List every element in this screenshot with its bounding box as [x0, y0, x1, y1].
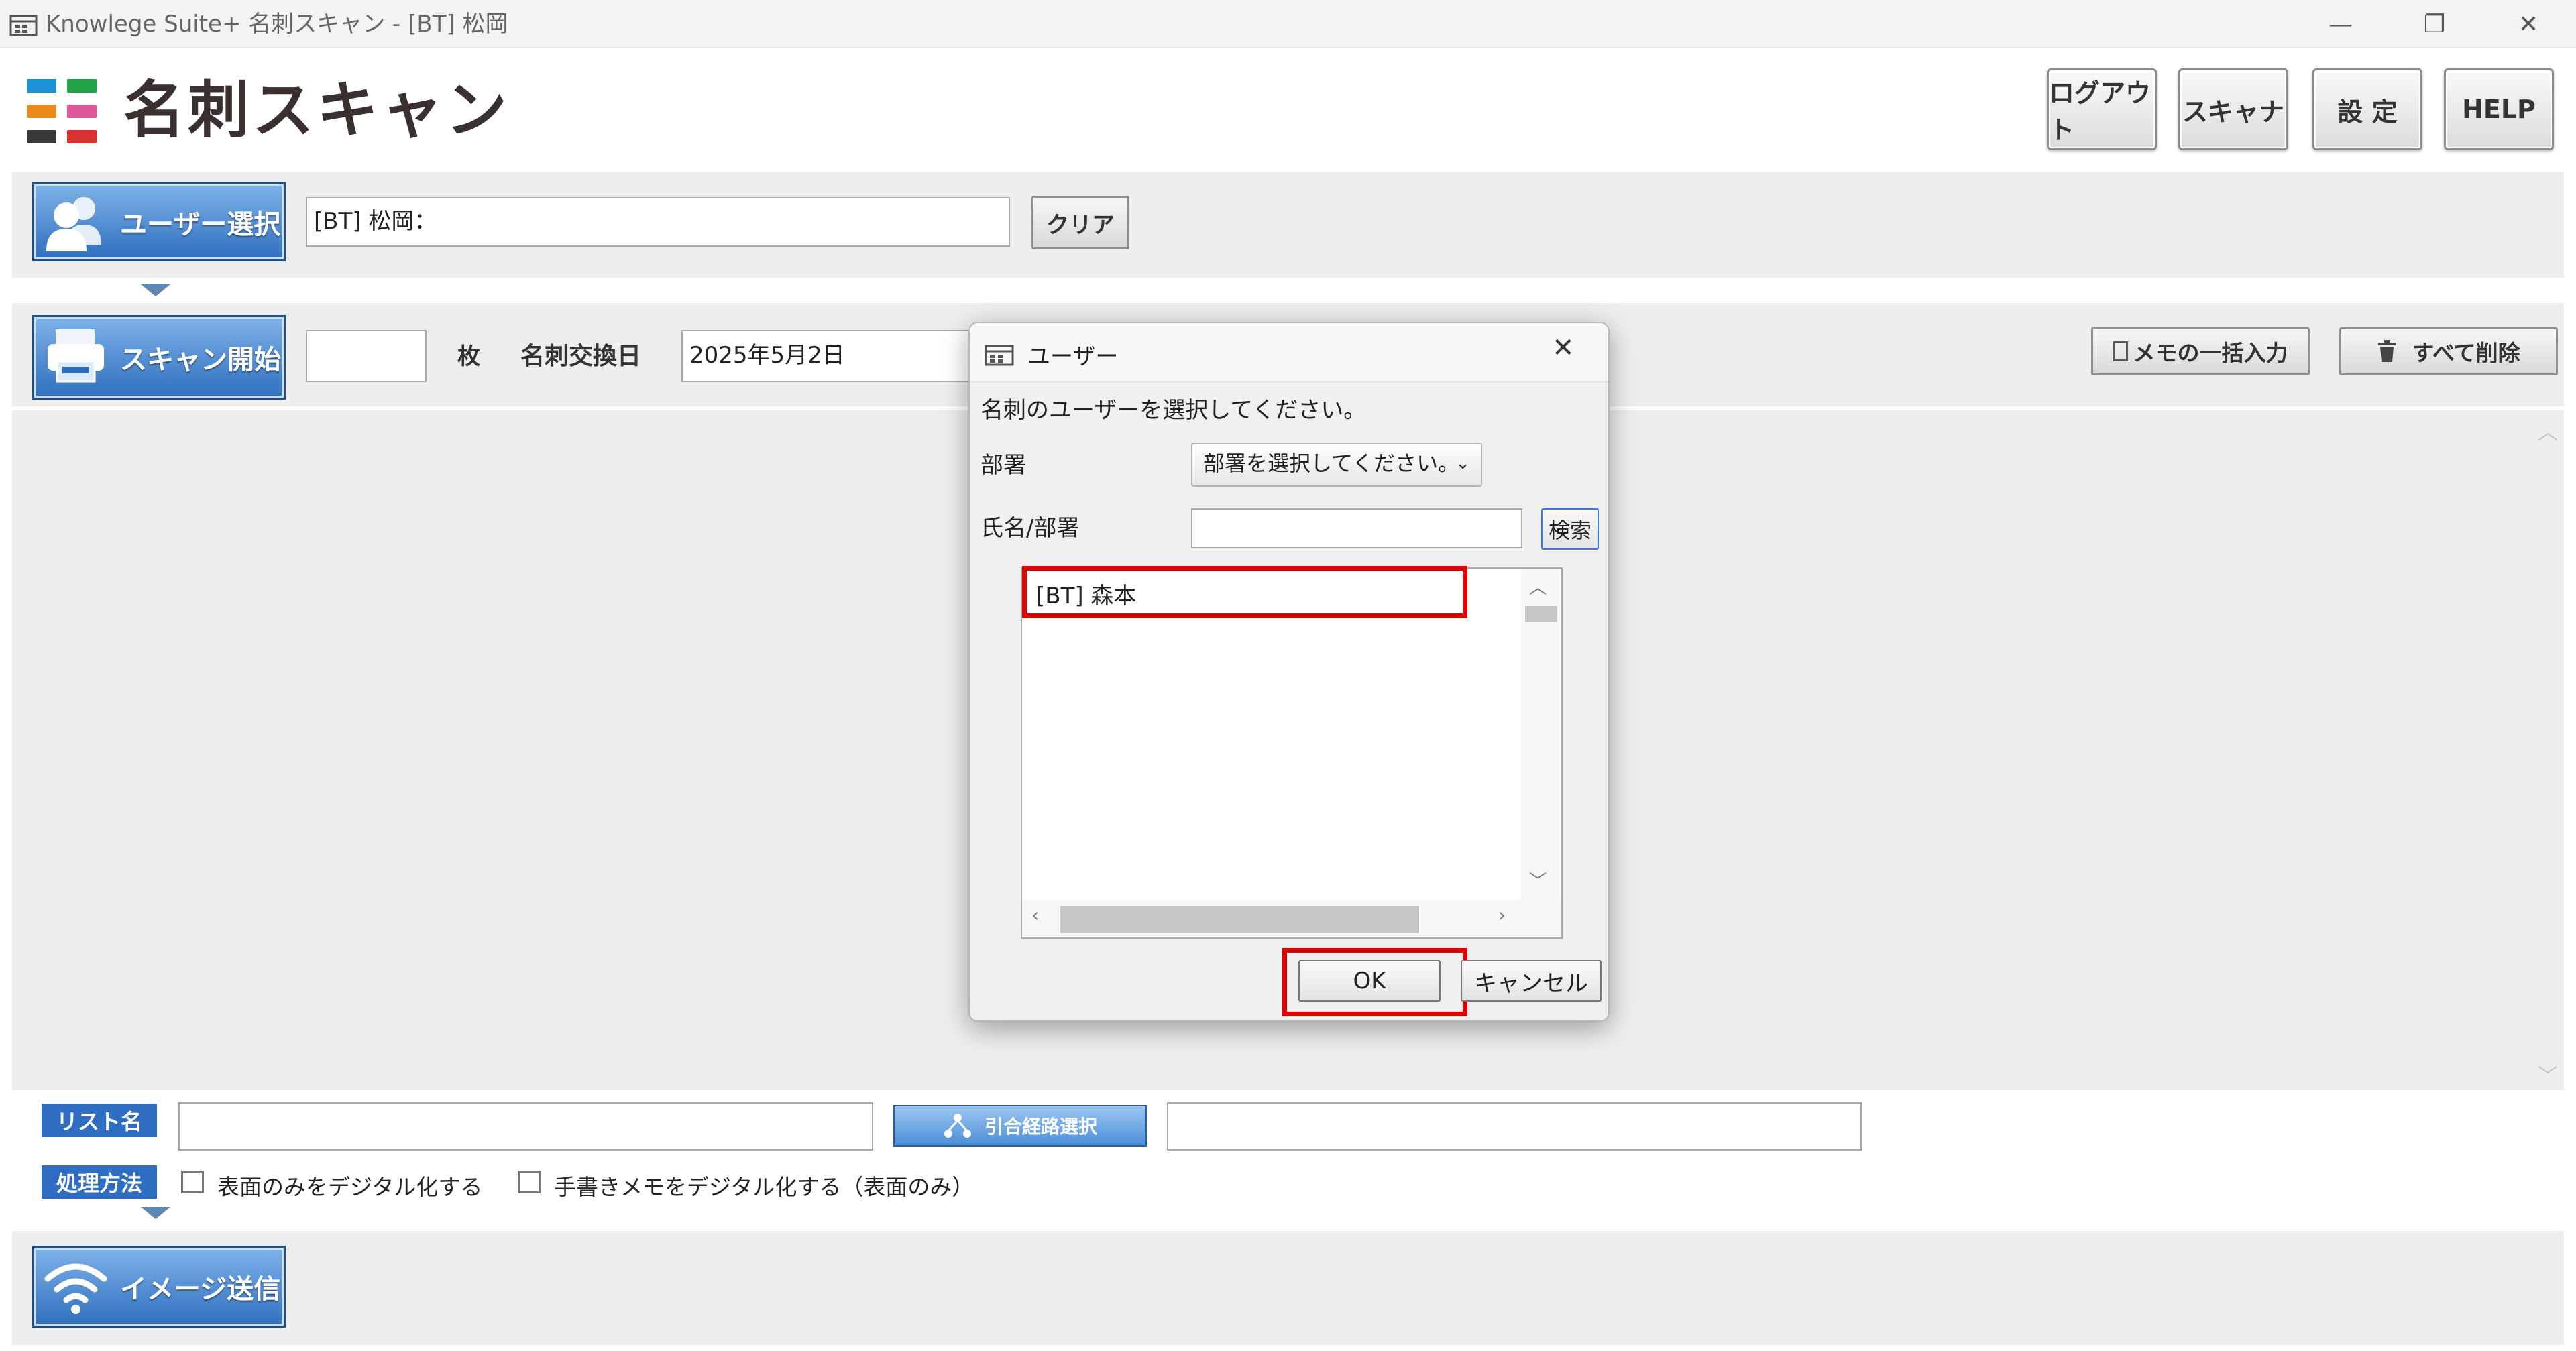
- vscroll-thumb[interactable]: [1525, 606, 1557, 622]
- chevron-down-icon: ⌄: [1455, 453, 1470, 473]
- handwritten-checkbox[interactable]: [518, 1171, 541, 1193]
- send-band: [12, 1231, 2564, 1345]
- hscroll-thumb[interactable]: [1060, 906, 1419, 933]
- scanner-icon: [48, 329, 104, 383]
- scroll-right-icon[interactable]: ›: [1498, 904, 1506, 926]
- cancel-button[interactable]: キャンセル: [1461, 960, 1602, 1002]
- flow-arrow-icon: [141, 284, 170, 296]
- minimize-button[interactable]: —: [2294, 0, 2388, 48]
- list-name-label: リスト名: [42, 1104, 157, 1137]
- ok-button[interactable]: OK: [1298, 960, 1441, 1002]
- app-logo: [27, 79, 102, 143]
- current-user-field[interactable]: [BT] 松岡：: [306, 197, 1010, 247]
- logo-block: [27, 130, 56, 143]
- logo-block: [67, 79, 97, 93]
- count-unit-label: 枚: [457, 343, 480, 370]
- scroll-up-icon[interactable]: ︿: [1529, 574, 1547, 599]
- method-label: 処理方法: [42, 1165, 157, 1199]
- scan-count-field[interactable]: [306, 330, 427, 382]
- restore-button[interactable]: ❐: [2388, 0, 2481, 48]
- exchange-date-field[interactable]: 2025年5月2日: [681, 330, 976, 382]
- settings-button[interactable]: 設 定: [2312, 68, 2422, 150]
- delete-all-label: すべて削除: [2412, 340, 2520, 366]
- flow-arrow-icon: [141, 1207, 170, 1219]
- wifi-icon: [44, 1263, 107, 1314]
- app-title: 名刺スキャン: [123, 74, 510, 146]
- user-list-item-label: [BT] 森本: [1036, 583, 1137, 609]
- network-icon: [944, 1114, 971, 1138]
- logout-button[interactable]: ログアウト: [2047, 68, 2157, 150]
- dialog-instruction: 名刺のユーザーを選択してください。: [981, 397, 1367, 424]
- dept-select[interactable]: 部署を選択してください。 ⌄: [1191, 443, 1482, 487]
- trash-icon: [2378, 340, 2396, 362]
- memo-bulk-label: メモの一括入力: [2133, 340, 2288, 366]
- users-icon: [46, 197, 101, 251]
- scanner-button[interactable]: スキャナ: [2178, 68, 2288, 150]
- app-icon: [9, 15, 38, 36]
- user-listbox[interactable]: ︿ ﹀ ‹ ›: [1021, 567, 1563, 939]
- user-dialog: ユーザー ✕ 名刺のユーザーを選択してください。 部署 部署を選択してください。…: [968, 322, 1610, 1022]
- logo-block: [27, 105, 56, 118]
- dialog-title: ユーザー: [1027, 343, 1119, 370]
- route-select-label: 引合経路選択: [984, 1116, 1097, 1138]
- window-title: Knowlege Suite+ 名刺スキャン - [BT] 松岡: [46, 11, 508, 38]
- image-send-label: イメージ送信: [120, 1274, 281, 1305]
- help-button[interactable]: HELP: [2444, 68, 2554, 150]
- search-button[interactable]: 検索: [1541, 508, 1599, 550]
- listbox-hscrollbar[interactable]: ‹ ›: [1022, 900, 1561, 937]
- scroll-down-icon[interactable]: ﹀: [1529, 868, 1547, 892]
- scroll-down-icon[interactable]: ﹀: [2538, 1059, 2558, 1089]
- list-name-field[interactable]: [178, 1102, 873, 1151]
- clear-button[interactable]: クリア: [1031, 196, 1129, 249]
- front-only-checkbox[interactable]: [181, 1171, 204, 1193]
- image-send-button[interactable]: イメージ送信: [32, 1246, 286, 1328]
- name-label: 氏名/部署: [981, 515, 1080, 542]
- dept-select-value: 部署を選択してください。: [1203, 451, 1460, 476]
- memo-bulk-button[interactable]: メモの一括入力: [2091, 327, 2310, 375]
- scan-start-label: スキャン開始: [120, 345, 281, 375]
- exchange-date-label: 名刺交換日: [520, 343, 642, 370]
- window-titlebar: Knowlege Suite+ 名刺スキャン - [BT] 松岡 — ❐ ✕: [0, 0, 2576, 48]
- dept-label: 部署: [981, 452, 1026, 479]
- route-select-button[interactable]: 引合経路選択: [893, 1105, 1147, 1147]
- logo-block: [27, 79, 56, 93]
- dialog-app-icon: [985, 345, 1014, 366]
- scroll-up-icon[interactable]: ︿: [2538, 416, 2558, 445]
- user-select-button[interactable]: ユーザー選択: [32, 182, 286, 261]
- scroll-left-icon[interactable]: ‹: [1031, 904, 1039, 926]
- scan-start-button[interactable]: スキャン開始: [32, 315, 286, 400]
- user-list-item[interactable]: [BT] 森本: [1022, 566, 1467, 618]
- logo-block: [67, 105, 97, 118]
- dialog-titlebar: ユーザー ✕: [970, 323, 1608, 382]
- user-select-label: ユーザー選択: [120, 209, 281, 240]
- front-only-label: 表面のみをデジタル化する: [217, 1174, 483, 1200]
- delete-all-button[interactable]: すべて削除: [2339, 327, 2558, 375]
- handwritten-label: 手書きメモをデジタル化する（表面のみ）: [554, 1174, 974, 1200]
- listbox-vscrollbar[interactable]: ︿ ﹀: [1521, 569, 1560, 900]
- dialog-close-icon[interactable]: ✕: [1552, 333, 1575, 363]
- memo-icon: [2113, 341, 2128, 361]
- route-field[interactable]: [1167, 1102, 1862, 1151]
- close-window-button[interactable]: ✕: [2481, 0, 2575, 48]
- name-search-field[interactable]: [1191, 508, 1522, 548]
- logo-block: [67, 130, 97, 143]
